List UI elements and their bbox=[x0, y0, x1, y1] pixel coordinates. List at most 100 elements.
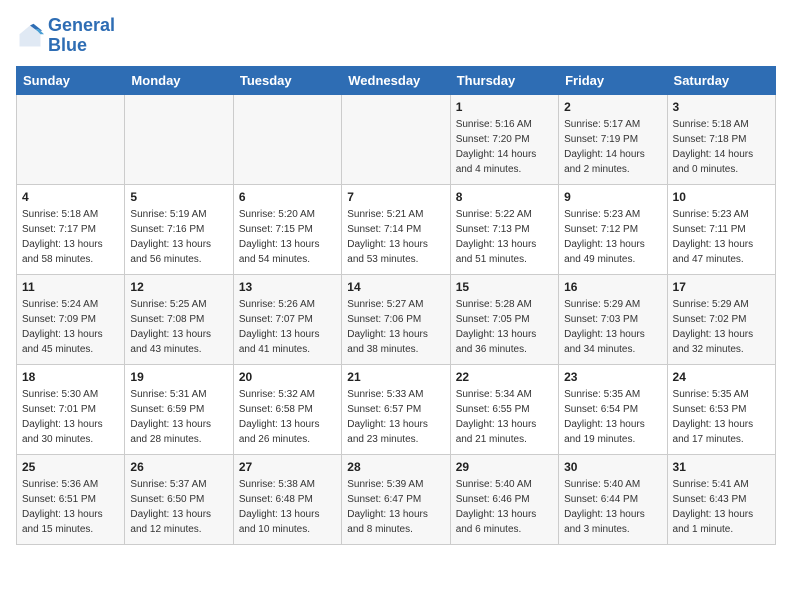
day-info: Sunrise: 5:24 AM Sunset: 7:09 PM Dayligh… bbox=[22, 297, 119, 357]
day-number: 20 bbox=[239, 370, 336, 384]
calendar-cell: 17 Sunrise: 5:29 AM Sunset: 7:02 PM Dayli… bbox=[667, 274, 775, 364]
day-header-saturday: Saturday bbox=[667, 66, 775, 94]
calendar-table: SundayMondayTuesdayWednesdayThursdayFrid… bbox=[16, 66, 776, 545]
day-number: 23 bbox=[564, 370, 661, 384]
calendar-cell: 30Sunrise: 5:40 AM Sunset: 6:44 PM Dayli… bbox=[559, 454, 667, 544]
day-info: Sunrise: 5:30 AM Sunset: 7:01 PM Dayligh… bbox=[22, 387, 119, 447]
day-number: 29 bbox=[456, 460, 553, 474]
day-info: Sunrise: 5:33 AM Sunset: 6:57 PM Dayligh… bbox=[347, 387, 444, 447]
calendar-cell: 18 Sunrise: 5:30 AM Sunset: 7:01 PM Dayli… bbox=[17, 364, 125, 454]
day-info: Sunrise: 5:20 AM Sunset: 7:15 PM Dayligh… bbox=[239, 207, 336, 267]
page-header: General Blue bbox=[16, 16, 776, 56]
day-info: Sunrise: 5:29 AM Sunset: 7:03 PM Dayligh… bbox=[564, 297, 661, 357]
day-number: 2 bbox=[564, 100, 661, 114]
day-number: 22 bbox=[456, 370, 553, 384]
day-number: 31 bbox=[673, 460, 770, 474]
day-info: Sunrise: 5:27 AM Sunset: 7:06 PM Dayligh… bbox=[347, 297, 444, 357]
day-info: Sunrise: 5:26 AM Sunset: 7:07 PM Dayligh… bbox=[239, 297, 336, 357]
calendar-cell: 19 Sunrise: 5:31 AM Sunset: 6:59 PM Dayli… bbox=[125, 364, 233, 454]
day-header-monday: Monday bbox=[125, 66, 233, 94]
day-number: 18 bbox=[22, 370, 119, 384]
calendar-cell: 1 Sunrise: 5:16 AM Sunset: 7:20 PM Daylig… bbox=[450, 94, 558, 184]
day-info: Sunrise: 5:18 AM Sunset: 7:18 PM Dayligh… bbox=[673, 117, 770, 177]
week-row-2: 4Sunrise: 5:18 AM Sunset: 7:17 PM Daylig… bbox=[17, 184, 776, 274]
day-info: Sunrise: 5:35 AM Sunset: 6:53 PM Dayligh… bbox=[673, 387, 770, 447]
day-number: 5 bbox=[130, 190, 227, 204]
day-info: Sunrise: 5:41 AM Sunset: 6:43 PM Dayligh… bbox=[673, 477, 770, 537]
calendar-cell: 22 Sunrise: 5:34 AM Sunset: 6:55 PM Dayli… bbox=[450, 364, 558, 454]
day-info: Sunrise: 5:23 AM Sunset: 7:11 PM Dayligh… bbox=[673, 207, 770, 267]
day-number: 25 bbox=[22, 460, 119, 474]
day-info: Sunrise: 5:28 AM Sunset: 7:05 PM Dayligh… bbox=[456, 297, 553, 357]
calendar-cell: 29 Sunrise: 5:40 AM Sunset: 6:46 PM Dayli… bbox=[450, 454, 558, 544]
calendar-cell: 26 Sunrise: 5:37 AM Sunset: 6:50 PM Dayli… bbox=[125, 454, 233, 544]
day-info: Sunrise: 5:17 AM Sunset: 7:19 PM Dayligh… bbox=[564, 117, 661, 177]
day-info: Sunrise: 5:23 AM Sunset: 7:12 PM Dayligh… bbox=[564, 207, 661, 267]
day-number: 14 bbox=[347, 280, 444, 294]
calendar-cell: 24 Sunrise: 5:35 AM Sunset: 6:53 PM Dayli… bbox=[667, 364, 775, 454]
day-header-sunday: Sunday bbox=[17, 66, 125, 94]
day-header-friday: Friday bbox=[559, 66, 667, 94]
day-number: 6 bbox=[239, 190, 336, 204]
week-row-4: 18 Sunrise: 5:30 AM Sunset: 7:01 PM Dayli… bbox=[17, 364, 776, 454]
calendar-cell bbox=[125, 94, 233, 184]
day-info: Sunrise: 5:21 AM Sunset: 7:14 PM Dayligh… bbox=[347, 207, 444, 267]
day-info: Sunrise: 5:25 AM Sunset: 7:08 PM Dayligh… bbox=[130, 297, 227, 357]
calendar-cell: 16 Sunrise: 5:29 AM Sunset: 7:03 PM Dayli… bbox=[559, 274, 667, 364]
day-number: 1 bbox=[456, 100, 553, 114]
day-number: 28 bbox=[347, 460, 444, 474]
calendar-cell: 23Sunrise: 5:35 AM Sunset: 6:54 PM Dayli… bbox=[559, 364, 667, 454]
day-info: Sunrise: 5:36 AM Sunset: 6:51 PM Dayligh… bbox=[22, 477, 119, 537]
day-number: 8 bbox=[456, 190, 553, 204]
day-info: Sunrise: 5:32 AM Sunset: 6:58 PM Dayligh… bbox=[239, 387, 336, 447]
logo-text: General Blue bbox=[48, 16, 115, 56]
day-info: Sunrise: 5:18 AM Sunset: 7:17 PM Dayligh… bbox=[22, 207, 119, 267]
day-info: Sunrise: 5:29 AM Sunset: 7:02 PM Dayligh… bbox=[673, 297, 770, 357]
calendar-cell: 8 Sunrise: 5:22 AM Sunset: 7:13 PM Daylig… bbox=[450, 184, 558, 274]
calendar-cell: 9 Sunrise: 5:23 AM Sunset: 7:12 PM Daylig… bbox=[559, 184, 667, 274]
calendar-cell: 4Sunrise: 5:18 AM Sunset: 7:17 PM Daylig… bbox=[17, 184, 125, 274]
calendar-cell bbox=[233, 94, 341, 184]
day-number: 24 bbox=[673, 370, 770, 384]
calendar-cell: 21 Sunrise: 5:33 AM Sunset: 6:57 PM Dayli… bbox=[342, 364, 450, 454]
day-number: 10 bbox=[673, 190, 770, 204]
day-info: Sunrise: 5:37 AM Sunset: 6:50 PM Dayligh… bbox=[130, 477, 227, 537]
day-header-wednesday: Wednesday bbox=[342, 66, 450, 94]
day-number: 21 bbox=[347, 370, 444, 384]
calendar-cell: 25 Sunrise: 5:36 AM Sunset: 6:51 PM Dayli… bbox=[17, 454, 125, 544]
day-number: 11 bbox=[22, 280, 119, 294]
day-info: Sunrise: 5:38 AM Sunset: 6:48 PM Dayligh… bbox=[239, 477, 336, 537]
day-number: 3 bbox=[673, 100, 770, 114]
day-info: Sunrise: 5:16 AM Sunset: 7:20 PM Dayligh… bbox=[456, 117, 553, 177]
calendar-cell: 10 Sunrise: 5:23 AM Sunset: 7:11 PM Dayli… bbox=[667, 184, 775, 274]
day-info: Sunrise: 5:22 AM Sunset: 7:13 PM Dayligh… bbox=[456, 207, 553, 267]
day-number: 17 bbox=[673, 280, 770, 294]
day-number: 13 bbox=[239, 280, 336, 294]
day-number: 26 bbox=[130, 460, 227, 474]
calendar-cell bbox=[17, 94, 125, 184]
logo: General Blue bbox=[16, 16, 115, 56]
calendar-cell: 6 Sunrise: 5:20 AM Sunset: 7:15 PM Daylig… bbox=[233, 184, 341, 274]
calendar-cell: 15Sunrise: 5:28 AM Sunset: 7:05 PM Dayli… bbox=[450, 274, 558, 364]
calendar-header-row: SundayMondayTuesdayWednesdayThursdayFrid… bbox=[17, 66, 776, 94]
calendar-cell bbox=[342, 94, 450, 184]
day-info: Sunrise: 5:34 AM Sunset: 6:55 PM Dayligh… bbox=[456, 387, 553, 447]
calendar-cell: 3 Sunrise: 5:18 AM Sunset: 7:18 PM Daylig… bbox=[667, 94, 775, 184]
day-number: 19 bbox=[130, 370, 227, 384]
calendar-cell: 2 Sunrise: 5:17 AM Sunset: 7:19 PM Daylig… bbox=[559, 94, 667, 184]
week-row-5: 25 Sunrise: 5:36 AM Sunset: 6:51 PM Dayli… bbox=[17, 454, 776, 544]
calendar-cell: 20 Sunrise: 5:32 AM Sunset: 6:58 PM Dayli… bbox=[233, 364, 341, 454]
week-row-3: 11 Sunrise: 5:24 AM Sunset: 7:09 PM Dayli… bbox=[17, 274, 776, 364]
day-number: 7 bbox=[347, 190, 444, 204]
calendar-cell: 27Sunrise: 5:38 AM Sunset: 6:48 PM Dayli… bbox=[233, 454, 341, 544]
day-number: 9 bbox=[564, 190, 661, 204]
calendar-cell: 7 Sunrise: 5:21 AM Sunset: 7:14 PM Daylig… bbox=[342, 184, 450, 274]
day-number: 12 bbox=[130, 280, 227, 294]
calendar-cell: 31 Sunrise: 5:41 AM Sunset: 6:43 PM Dayli… bbox=[667, 454, 775, 544]
day-info: Sunrise: 5:39 AM Sunset: 6:47 PM Dayligh… bbox=[347, 477, 444, 537]
day-number: 16 bbox=[564, 280, 661, 294]
day-info: Sunrise: 5:40 AM Sunset: 6:46 PM Dayligh… bbox=[456, 477, 553, 537]
calendar-cell: 13 Sunrise: 5:26 AM Sunset: 7:07 PM Dayli… bbox=[233, 274, 341, 364]
week-row-1: 1 Sunrise: 5:16 AM Sunset: 7:20 PM Daylig… bbox=[17, 94, 776, 184]
day-info: Sunrise: 5:31 AM Sunset: 6:59 PM Dayligh… bbox=[130, 387, 227, 447]
